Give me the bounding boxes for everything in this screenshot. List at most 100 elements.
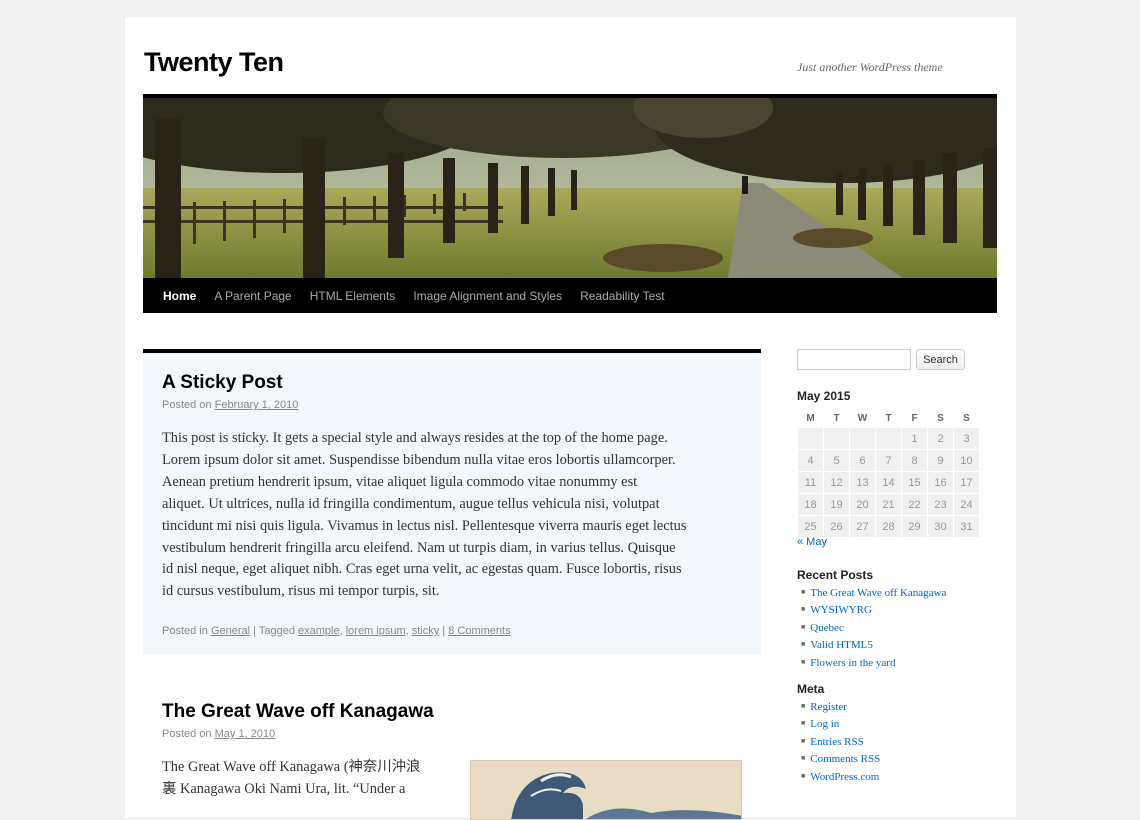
tag-link[interactable]: lorem ipsum bbox=[346, 625, 406, 637]
posted-in-label: Posted in bbox=[162, 625, 208, 637]
site-title[interactable]: Twenty Ten bbox=[144, 47, 284, 78]
calendar-header-row: MTWTFSS bbox=[798, 409, 979, 427]
calendar-day: 5 bbox=[824, 450, 849, 471]
nav-menu: Home A Parent Page HTML Elements Image Alig… bbox=[143, 278, 997, 314]
meta-link[interactable]: Register bbox=[801, 698, 880, 715]
header-image bbox=[143, 94, 997, 278]
calendar-empty-cell bbox=[850, 428, 875, 449]
calendar-caption: May 2015 bbox=[797, 389, 851, 403]
calendar-week: 123 bbox=[798, 428, 979, 449]
nav-item-html-elements[interactable]: HTML Elements bbox=[310, 278, 396, 314]
calendar-day: 29 bbox=[902, 516, 927, 537]
recent-posts-list: The Great Wave off KanagawaWYSIWYRGQuebe… bbox=[801, 584, 946, 671]
calendar-day-header: T bbox=[885, 412, 892, 424]
calendar-day-header: S bbox=[963, 412, 970, 424]
recent-post-link[interactable]: Valid HTML5 bbox=[801, 636, 946, 653]
body-line: vestibulum hendrerit fringilla arcu elei… bbox=[162, 539, 676, 556]
comments-link[interactable]: 8 Comments bbox=[448, 625, 510, 637]
recent-post-link[interactable]: WYSIWYRG bbox=[801, 601, 946, 618]
calendar-day: 15 bbox=[902, 472, 927, 493]
posted-on-label: Posted on bbox=[162, 399, 212, 411]
calendar-day: 11 bbox=[798, 472, 823, 493]
body-line: Aenean pretium hendrerit ipsum, vitae al… bbox=[162, 473, 638, 490]
recent-posts-title: Recent Posts bbox=[797, 568, 874, 582]
tag-link[interactable]: example bbox=[298, 625, 340, 637]
page-wrapper: Twenty Ten Just another WordPress theme bbox=[125, 17, 1016, 820]
nav-item-home[interactable]: Home bbox=[163, 278, 196, 314]
calendar-day: 1 bbox=[902, 428, 927, 449]
calendar-empty-cell bbox=[876, 428, 901, 449]
posted-on-label: Posted on bbox=[162, 728, 212, 740]
search-input[interactable] bbox=[797, 349, 911, 370]
body-line: id nisl neque, eget aliquet nibh. Cras e… bbox=[162, 561, 682, 578]
post-date-link[interactable]: May 1, 2010 bbox=[215, 728, 276, 740]
calendar-day: 27 bbox=[850, 516, 875, 537]
recent-post-link[interactable]: The Great Wave off Kanagawa bbox=[801, 584, 946, 601]
calendar-week: 25 26 27 28 29 30 31 bbox=[798, 516, 979, 537]
calendar-week: 4 5 6 7 8 9 10 bbox=[798, 450, 979, 471]
calendar-day: 14 bbox=[876, 472, 901, 493]
calendar-day: 31 bbox=[954, 516, 979, 537]
calendar-day: 21 bbox=[876, 494, 901, 515]
nav-item-image-alignment-and-styles[interactable]: Image Alignment and Styles bbox=[413, 278, 562, 314]
body-line: aliquet. Ut ultrices, nulla id fringilla… bbox=[162, 495, 660, 512]
post-body: The Great Wave off Kanagawa (神奈川沖浪裏 Kana… bbox=[162, 757, 447, 801]
calendar-day: 17 bbox=[954, 472, 979, 493]
meta-link[interactable]: WordPress.com bbox=[801, 768, 880, 785]
tag-link[interactable]: sticky bbox=[412, 625, 440, 637]
category-link[interactable]: General bbox=[211, 625, 250, 637]
post-meta: Posted on February 1, 2010 bbox=[162, 399, 298, 411]
header-image-graphic bbox=[143, 98, 997, 278]
calendar-day: 7 bbox=[876, 450, 901, 471]
main-navigation: Home A Parent Page HTML Elements Image Alig… bbox=[143, 278, 997, 313]
calendar-day: 26 bbox=[824, 516, 849, 537]
body-line: 裏 Kanagawa Oki Nami Ura, lit. “Under a bbox=[162, 780, 406, 797]
calendar-widget: MTWTFSS 1 2 3 4 5 6 7 8 9 10 11 12 13 14 15 16 17 18 19 20 2… bbox=[797, 408, 980, 538]
nav-item-a-parent-page[interactable]: A Parent Page bbox=[214, 278, 291, 314]
meta-list: RegisterLog inEntries RSSComments RSSWor… bbox=[801, 698, 880, 785]
tag-links: example, lorem ipsum, sticky bbox=[298, 625, 440, 637]
tagged-label: Tagged bbox=[258, 625, 295, 637]
calendar-empty-cell bbox=[824, 428, 849, 449]
calendar-empty-cell bbox=[798, 428, 823, 449]
calendar-day: 13 bbox=[850, 472, 875, 493]
meta-link[interactable]: Comments RSS bbox=[801, 750, 880, 767]
post-meta: Posted on May 1, 2010 bbox=[162, 728, 275, 740]
calendar-day: 28 bbox=[876, 516, 901, 537]
calendar-day: 25 bbox=[798, 516, 823, 537]
body-line: This post is sticky. It gets a special s… bbox=[162, 430, 668, 446]
calendar-day: 24 bbox=[954, 494, 979, 515]
post-title[interactable]: The Great Wave off Kanagawa bbox=[162, 701, 434, 723]
calendar-day-header: M bbox=[806, 412, 815, 424]
calendar-day: 4 bbox=[798, 450, 823, 471]
post-date-link[interactable]: February 1, 2010 bbox=[215, 399, 299, 411]
meta-link[interactable]: Log in bbox=[801, 715, 880, 732]
calendar-day: 12 bbox=[824, 472, 849, 493]
calendar-day: 23 bbox=[928, 494, 953, 515]
recent-post-link[interactable]: Flowers in the yard bbox=[801, 654, 946, 671]
calendar-day-header: S bbox=[937, 412, 944, 424]
great-wave-graphic bbox=[471, 761, 741, 819]
calendar-day: 6 bbox=[850, 450, 875, 471]
site-description: Just another WordPress theme bbox=[797, 60, 943, 74]
calendar-day: 2 bbox=[928, 428, 953, 449]
body-line: Lorem ipsum dolor sit amet. Suspendisse … bbox=[162, 451, 676, 468]
post-title[interactable]: A Sticky Post bbox=[162, 372, 283, 394]
post-utility: Posted in General | Tagged example, lore… bbox=[162, 625, 511, 637]
calendar-day-header: F bbox=[911, 412, 918, 424]
nav-item-readability-test[interactable]: Readability Test bbox=[580, 278, 665, 314]
calendar-day: 10 bbox=[954, 450, 979, 471]
recent-post-link[interactable]: Quebec bbox=[801, 619, 946, 636]
calendar-day: 20 bbox=[850, 494, 875, 515]
calendar-day: 3 bbox=[954, 428, 979, 449]
calendar-week: 11 12 13 14 15 16 17 bbox=[798, 472, 979, 493]
meta-link[interactable]: Entries RSS bbox=[801, 733, 880, 750]
calendar-prev-link[interactable]: « May bbox=[797, 536, 827, 548]
body-line: tincidunt mi nisi quis ligula. Vivamus i… bbox=[162, 517, 687, 534]
meta-title: Meta bbox=[797, 682, 825, 696]
sticky-post: A Sticky Post Posted on February 1, 2010… bbox=[143, 349, 761, 654]
great-wave-image[interactable] bbox=[470, 760, 742, 820]
search-button[interactable]: Search bbox=[916, 349, 965, 370]
calendar-body: 1 2 3 4 5 6 7 8 9 10 11 12 13 14 15 16 17 18 19 20 21 22 23 24 2… bbox=[798, 428, 979, 537]
calendar-day-header: W bbox=[857, 412, 868, 424]
